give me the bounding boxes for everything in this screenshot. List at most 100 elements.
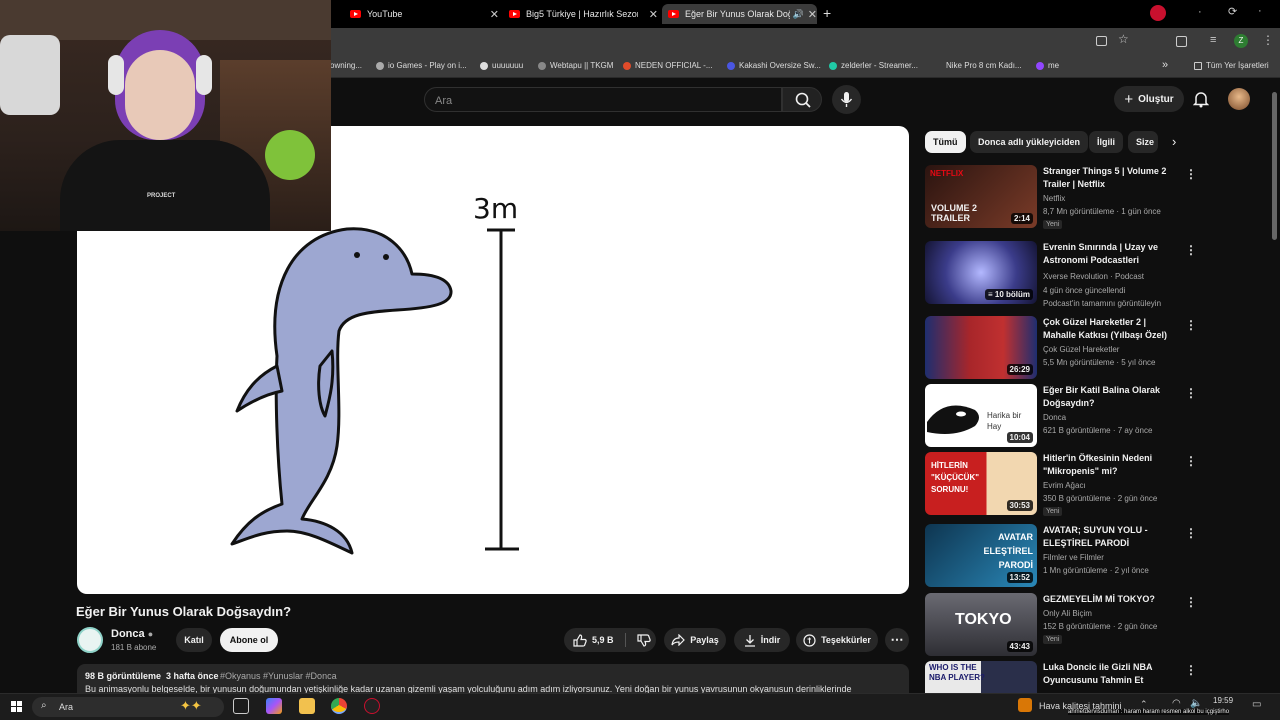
recommendation-title: Eğer Bir Katil Balina Olarak Doğsaydın? — [1043, 385, 1161, 408]
thumbnail: HİTLERİN "KÜÇÜCÜK" SORUNU! 30:53 — [925, 452, 1037, 515]
recommendation-item[interactable]: ≡ 10 bölüm Evrenin Sınırında | Uzay ve A… — [925, 241, 1255, 308]
recommendation-item[interactable]: TOKYO 43:43 GEZMEYELİM Mİ TOKYO? Only Al… — [925, 593, 1255, 657]
create-label: Oluştur — [1138, 93, 1174, 105]
copilot-icon[interactable] — [266, 698, 282, 714]
task-view-icon[interactable] — [233, 698, 249, 714]
more-vertical-icon[interactable]: ⋮ — [1185, 167, 1197, 181]
close-tab-icon[interactable]: ✕ — [486, 8, 499, 21]
recommendation-item[interactable]: HİTLERİN "KÜÇÜCÜK" SORUNU! 30:53 Hitler'… — [925, 452, 1255, 516]
playlist-link[interactable]: Podcast'in tamamını görüntüleyin — [1043, 299, 1161, 308]
account-avatar[interactable] — [1228, 88, 1250, 110]
voice-search-button[interactable] — [832, 85, 861, 114]
bookmark-label: uuuuuuu — [492, 61, 524, 70]
episodes-count: 10 bölüm — [994, 290, 1030, 299]
windows-start-icon[interactable] — [11, 701, 22, 712]
channel-name[interactable]: Donca ● — [111, 628, 153, 640]
download-button[interactable]: İndir — [734, 628, 790, 652]
search-button[interactable] — [782, 87, 822, 112]
recommendation-channel: Netflix — [1043, 194, 1066, 203]
bookmark-item[interactable]: io Games - Play on i... — [376, 61, 467, 70]
chip-from-uploader[interactable]: Donca adlı yükleyiciden — [970, 131, 1089, 153]
notification-center-icon[interactable]: ▭ — [1252, 699, 1261, 710]
divider — [624, 633, 626, 647]
file-explorer-icon[interactable] — [299, 698, 315, 714]
profile-avatar-icon[interactable]: Z — [1234, 34, 1248, 48]
more-vertical-icon[interactable]: ⋮ — [1185, 386, 1197, 400]
recommendation-meta: 350 B görüntüleme · 2 gün önce — [1043, 494, 1158, 503]
tab-active-video[interactable]: Eğer Bir Yunus Olarak Doğ 🔊 ✕ — [662, 4, 817, 24]
dolphin-drawing — [230, 227, 453, 555]
recommendation-item[interactable]: 26:29 Çok Güzel Hareketler 2 | Mahalle K… — [925, 316, 1255, 380]
tray-chevron-icon[interactable]: ⌃ — [1140, 699, 1148, 710]
bookmark-star-icon[interactable]: ☆ — [1118, 32, 1129, 46]
tab-youtube[interactable]: YouTube ✕ — [344, 4, 499, 24]
tab-label: YouTube — [367, 9, 403, 19]
verified-icon: ● — [147, 629, 154, 639]
window-restore-icon[interactable]: ⟳ — [1228, 5, 1237, 18]
thumbnail-text: TOKYO — [955, 611, 1012, 628]
person-shirt — [60, 140, 270, 231]
install-app-icon[interactable] — [1096, 36, 1107, 46]
volume-icon[interactable]: 🔈 — [1190, 698, 1202, 709]
create-button[interactable]: + Oluştur — [1114, 86, 1184, 112]
more-vertical-icon[interactable]: ⋮ — [1185, 243, 1197, 257]
video-title: Eğer Bir Yunus Olarak Doğsaydın? — [76, 604, 292, 619]
bookmark-item[interactable]: Nike Pro 8 cm Kadı... — [946, 61, 1022, 70]
bookmark-label: Tüm Yer İşaretleri — [1206, 61, 1269, 70]
more-vertical-icon[interactable]: ⋮ — [1185, 318, 1197, 332]
bookmark-item[interactable]: me — [1036, 61, 1059, 70]
bookmark-item[interactable]: NEDEN OFFICIAL -... — [623, 61, 713, 70]
extensions-icon[interactable] — [1176, 36, 1187, 47]
recommendation-item[interactable]: AVATAR ELEŞTİREL PARODİ 13:52 AVATAR; SU… — [925, 524, 1255, 588]
chip-all[interactable]: Tümü — [925, 131, 966, 153]
thumbs-down-icon[interactable] — [636, 633, 651, 647]
microphone-icon — [840, 92, 853, 107]
channel-avatar[interactable] — [77, 627, 103, 653]
window-minimize-icon[interactable]: · — [1198, 6, 1202, 18]
more-bookmarks-icon[interactable]: » — [1162, 59, 1168, 71]
close-tab-icon[interactable]: ✕ — [645, 8, 658, 21]
bookmark-item[interactable]: zelderler - Streamer... — [829, 61, 918, 70]
recommendation-item[interactable]: WHO IS THE NBA PLAYER? Luka Doncic ile G… — [925, 661, 1255, 693]
thumbnail-text: Harika bir Hay — [987, 411, 1022, 431]
media-control-icon[interactable]: ≡ — [1210, 34, 1216, 46]
new-tab-button[interactable]: + — [823, 5, 831, 21]
close-tab-icon[interactable]: ✕ — [804, 8, 817, 21]
bookmark-item[interactable]: owning... — [330, 61, 362, 70]
profile-logo-icon[interactable] — [1150, 5, 1166, 21]
tab-big5[interactable]: Big5 Türkiye | Hazırlık Sezonu - ✕ — [503, 4, 658, 24]
page-scrollbar[interactable] — [1272, 92, 1277, 240]
window-close-icon[interactable]: · — [1258, 5, 1262, 17]
bookmark-item[interactable]: Webtapu || TKGM — [538, 61, 613, 70]
bookmark-item[interactable]: uuuuuuu — [480, 61, 523, 70]
clock-time[interactable]: 19:59 — [1213, 696, 1233, 705]
recommendation-item[interactable]: NETFLIX VOLUME 2 TRAILER 2:14 Stranger T… — [925, 165, 1255, 229]
more-actions-button[interactable]: ⋯ — [885, 628, 909, 652]
bookmark-item[interactable]: Kakashi Oversize Sw... — [727, 61, 821, 70]
app-icon[interactable] — [364, 698, 380, 714]
thanks-button[interactable]: Teşekkürler — [796, 628, 878, 652]
recommendation-item[interactable]: Harika bir Hay 10:04 Eğer Bir Katil Bali… — [925, 384, 1255, 448]
hashtags[interactable]: #Okyanus #Yunuslar #Donca — [220, 671, 337, 681]
tab-label: Big5 Türkiye | Hazırlık Sezonu - — [526, 9, 638, 19]
more-vertical-icon[interactable]: ⋮ — [1185, 595, 1197, 609]
more-vertical-icon[interactable]: ⋮ — [1185, 454, 1197, 468]
browser-menu-icon[interactable]: ⋮ — [1262, 33, 1274, 47]
all-bookmarks[interactable]: Tüm Yer İşaretleri — [1194, 61, 1269, 70]
more-vertical-icon[interactable]: ⋮ — [1185, 526, 1197, 540]
wifi-icon[interactable]: ◠ — [1172, 698, 1181, 709]
notifications-button[interactable] — [1192, 90, 1210, 113]
chrome-icon[interactable] — [331, 698, 347, 714]
like-button[interactable]: 5,9 B — [573, 633, 614, 647]
chip-for-you[interactable]: Size — [1128, 131, 1158, 153]
join-label: Katıl — [184, 635, 204, 645]
bookmark-label: Kakashi Oversize Sw... — [739, 61, 821, 70]
join-button[interactable]: Katıl — [176, 628, 212, 652]
chevron-right-icon[interactable]: › — [1172, 134, 1176, 149]
subscribe-button[interactable]: Abone ol — [220, 628, 278, 652]
chip-related[interactable]: İlgili — [1089, 131, 1123, 153]
search-input[interactable]: Ara — [424, 87, 782, 112]
more-vertical-icon[interactable]: ⋮ — [1185, 663, 1197, 677]
recommendation-channel: Donca — [1043, 413, 1067, 422]
share-button[interactable]: Paylaş — [664, 628, 726, 652]
